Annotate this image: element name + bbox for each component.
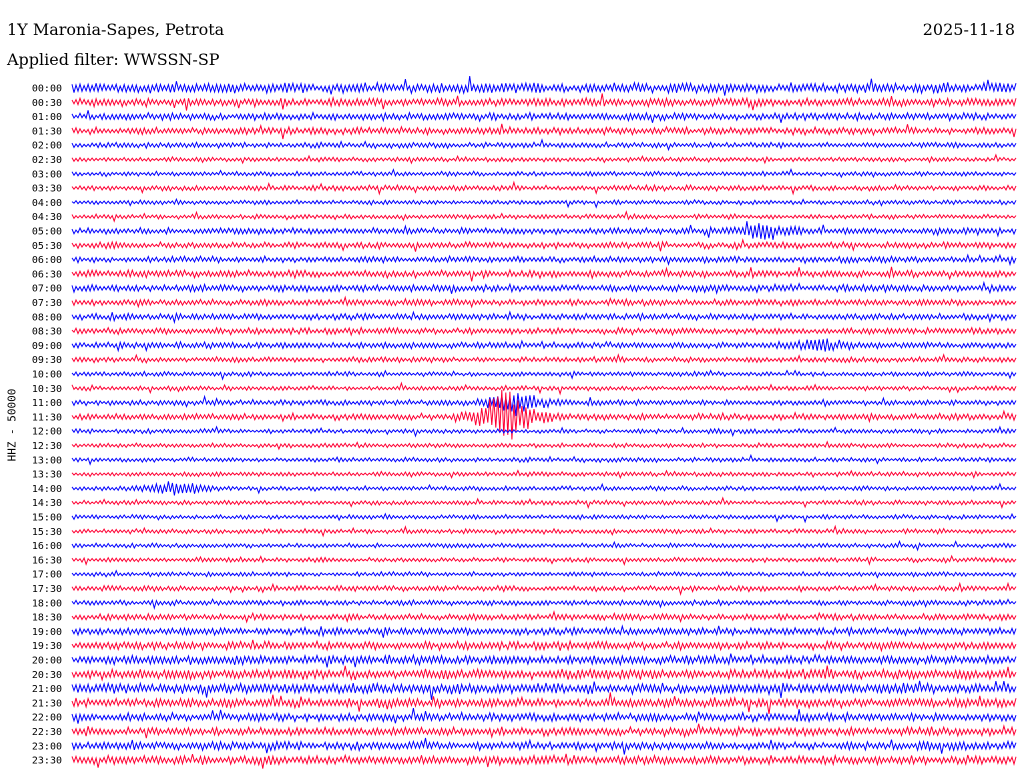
time-tick-label: 14:00: [32, 484, 62, 495]
trace-row-1430: [71, 496, 1017, 510]
trace-row-0430: [71, 210, 1017, 223]
time-tick-label: 23:00: [32, 741, 62, 752]
trace-row-2300: [71, 737, 1017, 755]
time-tick-label: 22:30: [32, 727, 62, 738]
time-tick-label: 00:00: [32, 84, 62, 95]
time-tick-label: 22:00: [32, 713, 62, 724]
trace-row-0730: [71, 295, 1017, 309]
trace-row-1630: [71, 554, 1017, 566]
trace-row-1930: [71, 639, 1017, 653]
trace-row-0000: [71, 76, 1017, 96]
time-tick-label: 04:30: [32, 212, 62, 223]
trace-row-1230: [71, 440, 1017, 451]
trace-row-2030: [71, 665, 1017, 682]
trace-row-1530: [71, 524, 1017, 538]
time-tick-label: 12:00: [32, 427, 62, 438]
trace-row-0800: [71, 310, 1017, 325]
trace-row-0630: [71, 266, 1017, 282]
trace-row-0900: [71, 338, 1017, 353]
trace-row-0930: [71, 353, 1017, 364]
trace-row-0500: [71, 221, 1017, 240]
time-tick-label: 20:00: [32, 656, 62, 667]
time-tick-label: 11:00: [32, 398, 62, 409]
time-tick-label: 15:30: [32, 527, 62, 538]
time-tick-label: 13:30: [32, 470, 62, 481]
time-tick-label: 00:30: [32, 98, 62, 109]
time-tick-label: 19:30: [32, 641, 62, 652]
trace-row-1900: [71, 624, 1017, 638]
trace-row-2230: [71, 723, 1017, 739]
time-tick-label: 23:30: [32, 756, 62, 767]
time-tick-label: 20:30: [32, 670, 62, 681]
helicorder-plot: 00:00 00:30 01:00 01:30 02:00 02:30 03:00 03:30…: [32, 76, 1017, 769]
time-tick-label: 01:30: [32, 126, 62, 137]
time-tick-label: 09:00: [32, 341, 62, 352]
time-tick-label: 04:00: [32, 198, 62, 209]
trace-row-0330: [71, 180, 1017, 196]
trace-row-2100: [71, 680, 1017, 700]
trace-row-1030: [71, 381, 1017, 396]
trace-row-2130: [71, 692, 1017, 714]
time-tick-label: 03:30: [32, 184, 62, 195]
time-tick-label: 16:30: [32, 555, 62, 566]
time-tick-label: 06:30: [32, 269, 62, 280]
time-tick-label: 08:00: [32, 312, 62, 323]
trace-row-0600: [71, 253, 1017, 267]
trace-row-1400: [71, 481, 1017, 496]
trace-row-0230: [71, 153, 1017, 165]
time-tick-label: 08:30: [32, 327, 62, 338]
time-tick-label: 10:00: [32, 370, 62, 381]
trace-row-0130: [71, 123, 1017, 140]
time-tick-label: 11:30: [32, 412, 62, 423]
trace-row-0530: [71, 237, 1017, 252]
time-tick-label: 17:30: [32, 584, 62, 595]
trace-row-1830: [71, 610, 1017, 624]
trace-row-1500: [71, 512, 1017, 524]
time-tick-label: 17:00: [32, 570, 62, 581]
time-tick-label: 02:00: [32, 141, 62, 152]
time-tick-label: 07:00: [32, 284, 62, 295]
trace-row-2200: [71, 708, 1017, 724]
time-tick-label: 21:30: [32, 698, 62, 709]
time-tick-label: 05:30: [32, 241, 62, 252]
trace-row-1000: [71, 369, 1017, 381]
time-tick-label: 13:00: [32, 455, 62, 466]
trace-row-1730: [71, 581, 1017, 596]
trace-row-2330: [71, 753, 1017, 769]
trace-row-0030: [71, 93, 1017, 111]
time-tick-label: 12:30: [32, 441, 62, 452]
trace-row-1700: [71, 569, 1017, 579]
time-tick-label: 18:00: [32, 598, 62, 609]
time-tick-label: 14:30: [32, 498, 62, 509]
trace-row-1300: [71, 453, 1017, 466]
trace-row-1100: [71, 393, 1017, 417]
trace-row-0100: [71, 110, 1017, 123]
trace-row-2000: [71, 653, 1017, 668]
time-tick-label: 19:00: [32, 627, 62, 638]
trace-row-1800: [71, 597, 1017, 611]
trace-row-0200: [71, 138, 1017, 152]
time-tick-label: 16:00: [32, 541, 62, 552]
trace-row-0400: [71, 197, 1017, 209]
time-tick-label: 21:00: [32, 684, 62, 695]
trace-row-1600: [71, 539, 1017, 552]
time-tick-label: 02:30: [32, 155, 62, 166]
time-tick-label: 07:30: [32, 298, 62, 309]
trace-row-0700: [71, 280, 1017, 296]
trace-row-0830: [71, 326, 1017, 337]
time-tick-label: 09:30: [32, 355, 62, 366]
time-tick-label: 05:00: [32, 227, 62, 238]
time-tick-label: 06:00: [32, 255, 62, 266]
time-tick-label: 10:30: [32, 384, 62, 395]
trace-row-1200: [71, 425, 1017, 438]
time-tick-label: 15:00: [32, 513, 62, 524]
time-tick-label: 01:00: [32, 112, 62, 123]
trace-row-1330: [71, 469, 1017, 480]
time-tick-label: 18:30: [32, 613, 62, 624]
time-tick-label: 03:00: [32, 169, 62, 180]
trace-row-0300: [71, 167, 1017, 179]
